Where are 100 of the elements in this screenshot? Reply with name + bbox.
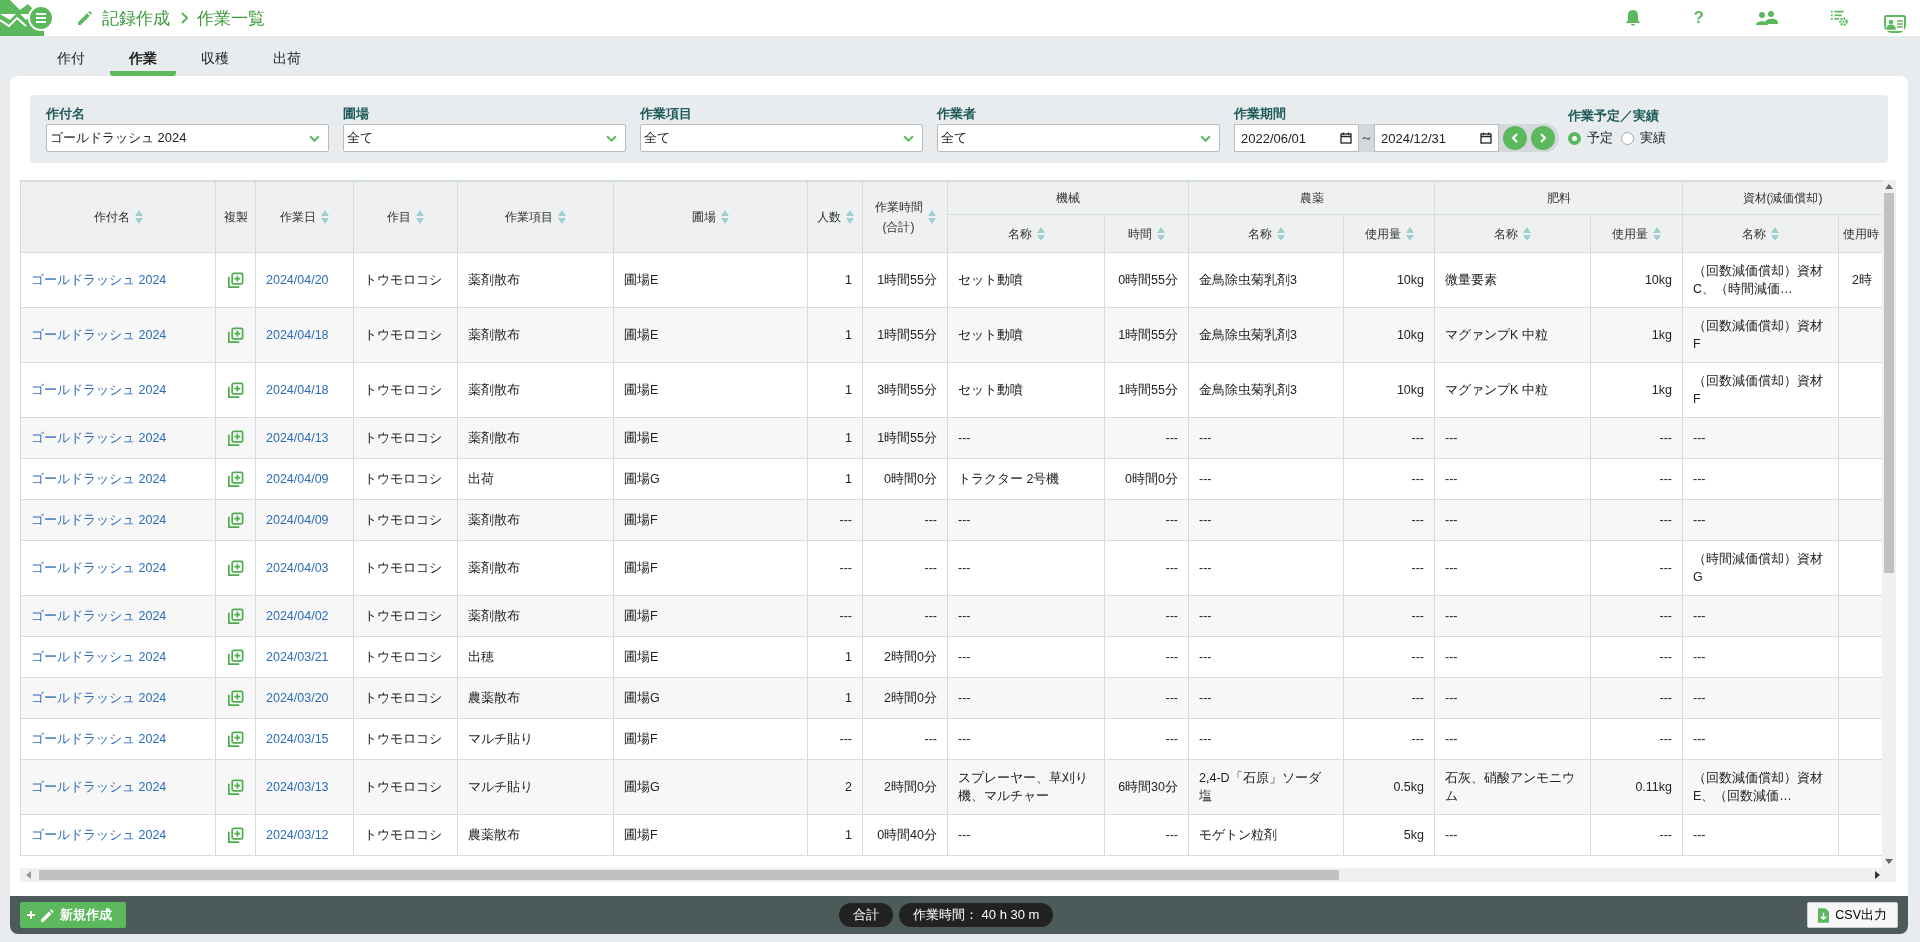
sort-icon[interactable]	[845, 210, 854, 224]
column-header[interactable]: 作業項目	[458, 182, 613, 252]
column-header[interactable]: 名称	[948, 215, 1104, 252]
filter-label: 作業者	[937, 105, 976, 123]
sort-icon[interactable]	[134, 210, 143, 224]
date-link[interactable]: 2024/04/03	[266, 561, 329, 575]
crop-name-link[interactable]: ゴールドラッシュ 2024	[31, 561, 167, 575]
group-header: 資材(減価償却)	[1742, 190, 1823, 205]
sort-icon[interactable]	[1771, 226, 1779, 241]
breadcrumb-link[interactable]: 記録作成	[102, 6, 170, 30]
copy-add-icon[interactable]	[226, 777, 245, 797]
column-header[interactable]: 作付名	[21, 182, 215, 252]
table-cell: 薬剤散布	[468, 609, 520, 623]
table-cell: ---	[839, 609, 852, 623]
copy-add-icon[interactable]	[226, 469, 245, 489]
table-cell: 1時間55分	[1118, 328, 1178, 342]
table-cell: トウモロコシ	[364, 732, 442, 746]
select-field[interactable]: ゴールドラッシュ 2024	[46, 124, 329, 152]
table-cell: 圃場F	[624, 513, 658, 527]
csv-export-button[interactable]: CSV出力	[1807, 902, 1898, 928]
horizontal-scrollbar[interactable]	[20, 868, 1896, 882]
copy-add-icon[interactable]	[226, 606, 245, 626]
copy-add-icon[interactable]	[226, 729, 245, 749]
list-settings-icon[interactable]	[1830, 9, 1848, 27]
column-header[interactable]: 使用量	[1344, 215, 1434, 252]
column-header[interactable]: 名称	[1435, 215, 1590, 252]
select-field[interactable]: 全て	[640, 124, 923, 152]
table-cell: ---	[1165, 691, 1178, 705]
date-link[interactable]: 2024/04/20	[266, 273, 329, 287]
previous-button[interactable]	[1503, 126, 1527, 150]
copy-add-icon[interactable]	[226, 270, 245, 290]
sort-icon[interactable]	[721, 210, 729, 224]
table-cell: 薬剤散布	[468, 383, 520, 397]
select-field[interactable]: 全て	[343, 124, 626, 152]
table-cell: 1	[845, 328, 852, 342]
radio-option[interactable]: 予定	[1568, 129, 1613, 147]
column-header[interactable]: 人数	[808, 182, 862, 252]
date-link[interactable]: 2024/03/13	[266, 780, 329, 794]
copy-add-icon[interactable]	[226, 647, 245, 667]
column-header[interactable]: 時間	[1105, 215, 1188, 252]
table-cell: ---	[839, 513, 852, 527]
column-header[interactable]: 作目	[354, 182, 457, 252]
table-cell: トウモロコシ	[364, 828, 442, 842]
users-icon[interactable]	[1756, 10, 1778, 26]
scroll-down-icon[interactable]	[1885, 859, 1893, 864]
scroll-up-icon[interactable]	[1885, 184, 1893, 189]
date-field[interactable]: 2024/12/31	[1374, 124, 1499, 152]
sort-icon[interactable]	[1157, 226, 1165, 241]
column-header[interactable]: 作業日	[256, 182, 353, 252]
date-link[interactable]: 2024/04/18	[266, 328, 329, 342]
crop-name-link[interactable]: ゴールドラッシュ 2024	[31, 780, 167, 794]
sort-icon[interactable]	[321, 210, 329, 224]
bell-icon[interactable]	[1623, 9, 1642, 27]
sort-icon[interactable]	[1036, 226, 1045, 241]
table-cell: 1	[845, 383, 852, 397]
scroll-right-icon[interactable]	[1875, 871, 1880, 879]
copy-add-icon[interactable]	[226, 325, 245, 345]
table-cell: ---	[1693, 732, 1706, 746]
copy-add-icon[interactable]	[226, 688, 245, 708]
next-button[interactable]	[1531, 126, 1555, 150]
copy-add-icon[interactable]	[226, 510, 245, 530]
menu-button[interactable]	[28, 5, 54, 31]
column-header[interactable]: 使用量	[1591, 215, 1682, 252]
copy-add-icon[interactable]	[226, 380, 245, 400]
table-cell: ---	[1165, 650, 1178, 664]
table-cell: 2時間0分	[884, 650, 937, 664]
date-link[interactable]: 2024/04/18	[266, 383, 329, 397]
column-header[interactable]: 圃場	[614, 182, 807, 252]
file-download-icon	[1818, 907, 1830, 923]
crop-name-link[interactable]: ゴールドラッシュ 2024	[31, 273, 167, 287]
date-field[interactable]: 2022/06/01	[1234, 124, 1359, 152]
table-cell: 圃場E	[624, 431, 659, 445]
tab[interactable]: 出荷	[254, 36, 320, 76]
sort-icon[interactable]	[927, 210, 936, 224]
sort-icon[interactable]	[1276, 226, 1285, 241]
scroll-left-icon[interactable]	[26, 871, 31, 879]
column-header[interactable]: 作業時間 (合計)	[863, 182, 947, 252]
tab[interactable]: 収穫	[182, 36, 248, 76]
sort-icon[interactable]	[1405, 226, 1414, 241]
sort-icon[interactable]	[416, 210, 424, 224]
table-cell: 薬剤散布	[468, 561, 520, 575]
tab[interactable]: 作付	[38, 36, 104, 76]
crop-name-link[interactable]: ゴールドラッシュ 2024	[31, 328, 167, 342]
vertical-scrollbar[interactable]	[1882, 180, 1896, 868]
table-cell: ---	[1659, 691, 1672, 705]
table-cell: 0時間0分	[884, 472, 937, 486]
sort-icon[interactable]	[1653, 226, 1661, 241]
column-header[interactable]: 名称	[1683, 215, 1838, 252]
menu-icon	[35, 13, 47, 23]
copy-add-icon[interactable]	[226, 428, 245, 448]
select-field[interactable]: 全て	[937, 124, 1220, 152]
caret-down-icon	[309, 134, 320, 142]
copy-add-icon[interactable]	[226, 825, 245, 845]
column-header[interactable]: 名称	[1189, 215, 1343, 252]
radio-option[interactable]: 実績	[1621, 129, 1666, 147]
table-cell: ---	[1693, 691, 1706, 705]
crop-name-link[interactable]: ゴールドラッシュ 2024	[31, 383, 167, 397]
copy-add-icon[interactable]	[226, 558, 245, 578]
sort-icon[interactable]	[1523, 226, 1531, 241]
sort-icon[interactable]	[558, 210, 566, 224]
